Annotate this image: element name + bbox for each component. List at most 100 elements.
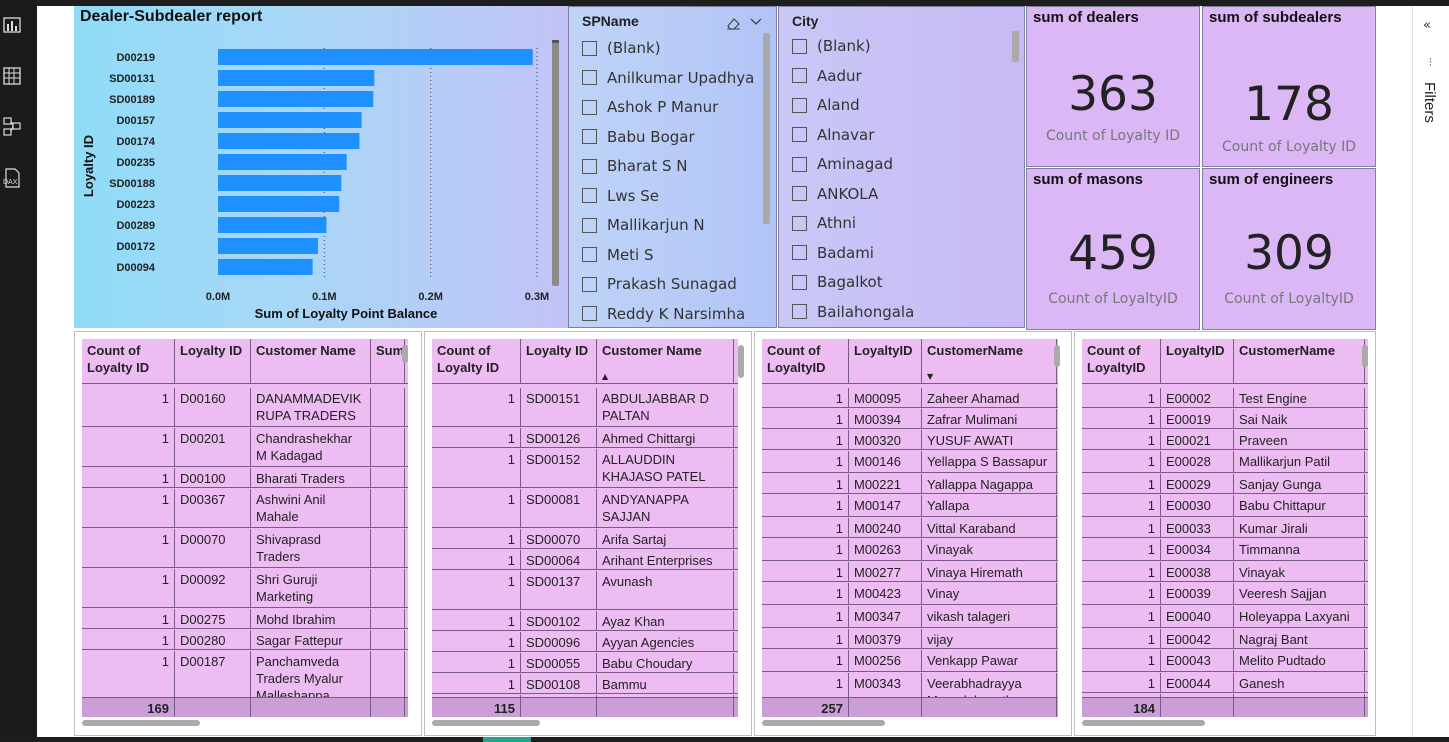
checkbox[interactable] [792,127,807,142]
checkbox[interactable] [582,247,597,262]
table-row[interactable]: 1 E00028 Mallikarjun Patil [1082,451,1368,473]
table-row[interactable]: 1 D00160 DANAMMADEVIK RUPA TRADERS [82,388,408,427]
checkbox[interactable] [582,70,597,85]
bar-D00219[interactable] [218,49,533,65]
checkbox[interactable] [792,304,807,319]
table-row[interactable]: 1 M00256 Venkapp Pawar [762,650,1058,672]
slicer-item[interactable]: Lws Se [582,185,659,207]
table-row[interactable]: 1 M00320 YUSUF AWATI [762,430,1058,450]
table-row[interactable]: 1 D00070 Shivaprasd Traders [82,529,408,568]
table-row[interactable]: 1 E00033 Kumar Jirali [1082,518,1368,538]
bar-D00094[interactable] [218,259,313,275]
sort-arrow-icon[interactable]: ▼ [927,372,933,381]
checkbox[interactable] [792,215,807,231]
column-header[interactable]: Sum [371,339,405,383]
table-row[interactable]: 1 SD00064 Arihant Enterprises [432,550,738,570]
table-row[interactable]: 1 M00240 Vittal Karaband [762,518,1058,538]
checkbox[interactable] [792,274,807,290]
bar-D00289[interactable] [218,217,327,233]
checkbox[interactable] [582,158,597,174]
column-header[interactable]: Loyalty ID [175,339,251,383]
collapse-chevron-icon[interactable]: « [1423,18,1431,33]
bar-SD00189[interactable] [218,91,374,107]
slicer-item[interactable]: Bagalkot [792,271,883,293]
slicer-item[interactable]: ANKOLA [792,183,878,205]
table-row[interactable]: 1 E00042 Nagraj Bant [1082,629,1368,649]
slicer-item[interactable]: (Blank) [792,35,871,57]
table-row[interactable]: 1E00044Ganesh Bandiwadda [1082,673,1368,693]
bar-SD00188[interactable] [218,175,342,191]
table-row[interactable]: 1 E00039 Veeresh Sajjan [1082,583,1368,605]
bar-D00235[interactable] [218,154,347,170]
table-row[interactable]: 1 D00367 Ashwini Anil Mahale [82,489,408,528]
table-row[interactable]: 1 D00201 Chandrashekhar M Kadagad [82,428,408,467]
checkbox[interactable] [582,306,597,321]
table-row[interactable]: 1 SD00152 ALLAUDDIN KHAJASO PATEL [432,449,738,488]
slicer-item[interactable]: Bailahongala [792,301,914,323]
vertical-scrollbar[interactable] [738,345,744,378]
table-row[interactable]: 1 E00029 Sanjay Gunga [1082,474,1368,494]
column-header[interactable]: Customer Name [251,339,371,383]
spname-scrollbar[interactable] [763,33,770,224]
table-row[interactable]: 1 M00263 Vinayak [762,539,1058,561]
column-header[interactable]: Count of LoyaltyID [1082,339,1161,383]
bar-D00223[interactable] [218,196,340,212]
horizontal-scrollbar[interactable] [432,720,540,726]
checkbox[interactable] [582,188,597,203]
table-row[interactable]: 1 D00275 Mohd Ibrahim [82,609,408,629]
table-row[interactable]: 1 E00040 Holeyappa Laxyani [1082,606,1368,628]
bar-D00172[interactable] [218,238,318,254]
column-header[interactable]: Customer Name [597,339,734,383]
table-row[interactable]: 1 E00030 Babu Chittapur [1082,495,1368,517]
column-header[interactable]: CustomerName [1234,339,1365,383]
table-row[interactable]: 1 E00002 Test Engine [1082,388,1368,408]
active-page-tab[interactable] [483,737,531,742]
table-row[interactable]: 1 D00100 Bharati Traders [82,468,408,488]
table-row[interactable]: 1 M00095 Zaheer Ahamad [762,388,1058,408]
table-row[interactable]: 1 M00423 Vinay [762,583,1058,605]
checkbox[interactable] [792,245,807,260]
table-row[interactable]: 1 SD00108 Bammu [432,674,738,694]
slicer-item[interactable]: Athni [792,212,856,234]
filters-pane[interactable]: « ⫶ Filters [1412,6,1449,742]
table-row[interactable]: 1 E00038 Vinayak [1082,562,1368,582]
checkbox[interactable] [582,217,597,233]
bar-D00157[interactable] [218,112,362,128]
table-row[interactable]: 1 M00394 Zafrar Mulimani [762,409,1058,429]
slicer-item[interactable]: Meti S [582,244,654,266]
table-row[interactable]: 1 E00034 Timmanna [1082,539,1368,561]
slicer-item[interactable]: Bharat S N [582,155,688,177]
checkbox[interactable] [792,68,807,83]
chart-scrollbar[interactable] [552,42,559,286]
vertical-scrollbar[interactable] [1054,345,1060,367]
vertical-scrollbar[interactable] [1362,345,1368,367]
table-row[interactable]: 1 M00146 Yellappa S Bassapur [762,451,1058,473]
table-row[interactable]: 1 D00092 Shri Guruji Marketing [82,569,408,608]
table-row[interactable]: 1 SD00102 Ayaz Khan [432,611,738,631]
slicer-item[interactable]: Alnavar [792,124,874,146]
table-row[interactable]: 1 M00221 Yallappa Nagappa [762,474,1058,494]
slicer-item[interactable]: Reddy K Narsimha [582,303,745,325]
column-header[interactable]: Count of LoyaltyID [762,339,849,383]
table-view-icon[interactable] [2,65,22,87]
slicer-item[interactable]: Aland [792,94,860,116]
table-row[interactable]: 1 M00379 vijay [762,629,1058,649]
table-row[interactable]: 1 SD00070 Arifa Sartaj [432,529,738,549]
slicer-item[interactable]: Aadur [792,65,862,87]
checkbox[interactable] [792,186,807,201]
table-row[interactable]: 1 SD00126 Ahmed Chittargi [432,428,738,448]
column-header[interactable]: Count of Loyalty ID [82,339,175,383]
column-header[interactable]: CustomerName [922,339,1057,383]
table-row[interactable]: 1 E00021 Praveen [1082,430,1368,450]
column-header[interactable]: Count of Loyalty ID [432,339,521,383]
horizontal-scrollbar[interactable] [762,720,885,726]
slicer-item[interactable]: Anilkumar Upadhya [582,67,754,89]
table-row[interactable]: 1 SD00137 Avunash [432,571,738,610]
table-row[interactable]: 1 D00280 Sagar Fattepur [82,630,408,650]
horizontal-scrollbar[interactable] [1082,720,1205,726]
checkbox[interactable] [582,99,597,115]
table-row[interactable]: 1 SD00096 Ayyan Agencies [432,632,738,652]
model-view-icon[interactable] [2,115,22,137]
checkbox[interactable] [582,276,597,292]
slicer-item[interactable]: Badami [792,242,874,264]
